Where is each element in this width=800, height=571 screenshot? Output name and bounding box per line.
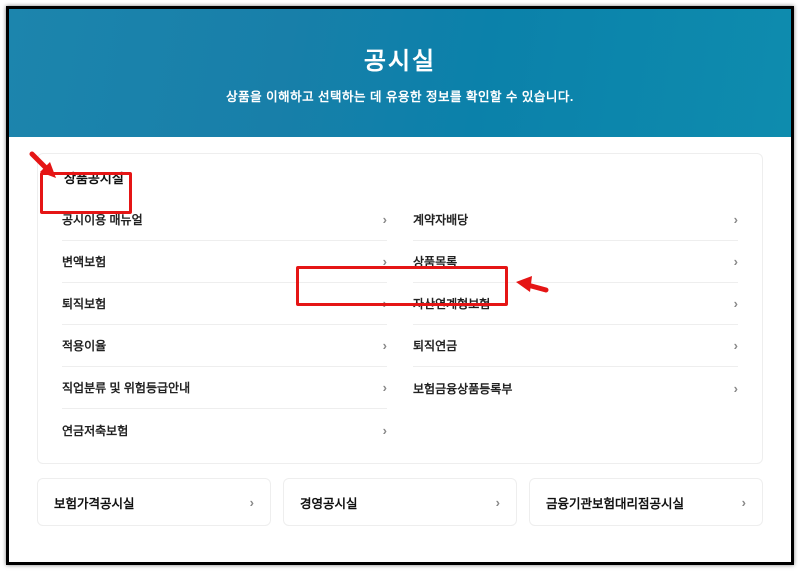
chevron-right-icon: › bbox=[734, 212, 738, 227]
menu-label: 변액보험 bbox=[62, 253, 106, 270]
card-price-disclosure[interactable]: 보험가격공시실 › bbox=[37, 478, 271, 526]
menu-item-dividend[interactable]: 계약자배당 › bbox=[413, 199, 738, 241]
card-label: 금융기관보험대리점공시실 bbox=[546, 493, 684, 512]
menu-item-retirement-insurance[interactable]: 퇴직보험 › bbox=[62, 283, 387, 325]
chevron-right-icon: › bbox=[383, 212, 387, 227]
chevron-right-icon: › bbox=[383, 380, 387, 395]
card-management-disclosure[interactable]: 경영공시실 › bbox=[283, 478, 517, 526]
chevron-right-icon: › bbox=[383, 338, 387, 353]
card-label: 보험가격공시실 bbox=[54, 493, 135, 512]
chevron-right-icon: › bbox=[734, 338, 738, 353]
menu-label: 퇴직보험 bbox=[62, 295, 106, 312]
menu-item-retirement-pension[interactable]: 퇴직연금 › bbox=[413, 325, 738, 367]
card-agency-disclosure[interactable]: 금융기관보험대리점공시실 › bbox=[529, 478, 763, 526]
menu-label: 공시이용 매뉴얼 bbox=[62, 211, 143, 228]
app-frame: 공시실 상품을 이해하고 선택하는 데 유용한 정보를 확인할 수 있습니다. … bbox=[6, 6, 794, 565]
menu-label: 상품목록 bbox=[413, 253, 457, 270]
menu-item-manual[interactable]: 공시이용 매뉴얼 › bbox=[62, 199, 387, 241]
chevron-right-icon: › bbox=[383, 423, 387, 438]
menu-item-applied-rate[interactable]: 적용이율 › bbox=[62, 325, 387, 367]
menu-label: 연금저축보험 bbox=[62, 422, 128, 439]
bottom-card-row: 보험가격공시실 › 경영공시실 › 금융기관보험대리점공시실 › bbox=[37, 478, 763, 526]
page-title: 공시실 bbox=[9, 41, 791, 76]
menu-item-product-list[interactable]: 상품목록 › bbox=[413, 241, 738, 283]
chevron-right-icon: › bbox=[250, 495, 254, 510]
chevron-right-icon: › bbox=[734, 381, 738, 396]
menu-label: 적용이율 bbox=[62, 337, 106, 354]
menu-item-pension-savings[interactable]: 연금저축보험 › bbox=[62, 409, 387, 451]
panel-heading: 상품공시실 bbox=[62, 154, 134, 199]
card-label: 경영공시실 bbox=[300, 493, 358, 512]
chevron-right-icon: › bbox=[383, 296, 387, 311]
panel-product-disclosure: 상품공시실 공시이용 매뉴얼 › 변액보험 › 퇴직보험 › bbox=[37, 153, 763, 464]
menu-label: 자산연계형보험 bbox=[413, 295, 490, 312]
menu-grid: 공시이용 매뉴얼 › 변액보험 › 퇴직보험 › 적용이율 › bbox=[62, 199, 738, 451]
menu-label: 계약자배당 bbox=[413, 211, 468, 228]
chevron-right-icon: › bbox=[734, 254, 738, 269]
menu-item-job-risk[interactable]: 직업분류 및 위험등급안내 › bbox=[62, 367, 387, 409]
menu-label: 직업분류 및 위험등급안내 bbox=[62, 379, 190, 396]
menu-item-financial-register[interactable]: 보험금융상품등록부 › bbox=[413, 367, 738, 409]
hero-banner: 공시실 상품을 이해하고 선택하는 데 유용한 정보를 확인할 수 있습니다. bbox=[9, 9, 791, 137]
chevron-right-icon: › bbox=[383, 254, 387, 269]
content-area: 상품공시실 공시이용 매뉴얼 › 변액보험 › 퇴직보험 › bbox=[9, 137, 791, 536]
menu-col-left: 공시이용 매뉴얼 › 변액보험 › 퇴직보험 › 적용이율 › bbox=[62, 199, 387, 451]
chevron-right-icon: › bbox=[496, 495, 500, 510]
menu-item-asset-linked[interactable]: 자산연계형보험 › bbox=[413, 283, 738, 325]
menu-label: 퇴직연금 bbox=[413, 337, 457, 354]
chevron-right-icon: › bbox=[742, 495, 746, 510]
page-subtitle: 상품을 이해하고 선택하는 데 유용한 정보를 확인할 수 있습니다. bbox=[9, 86, 791, 105]
chevron-right-icon: › bbox=[734, 296, 738, 311]
menu-col-right: 계약자배당 › 상품목록 › 자산연계형보험 › 퇴직연금 › bbox=[413, 199, 738, 451]
menu-label: 보험금융상품등록부 bbox=[413, 380, 512, 397]
menu-item-variable-insurance[interactable]: 변액보험 › bbox=[62, 241, 387, 283]
